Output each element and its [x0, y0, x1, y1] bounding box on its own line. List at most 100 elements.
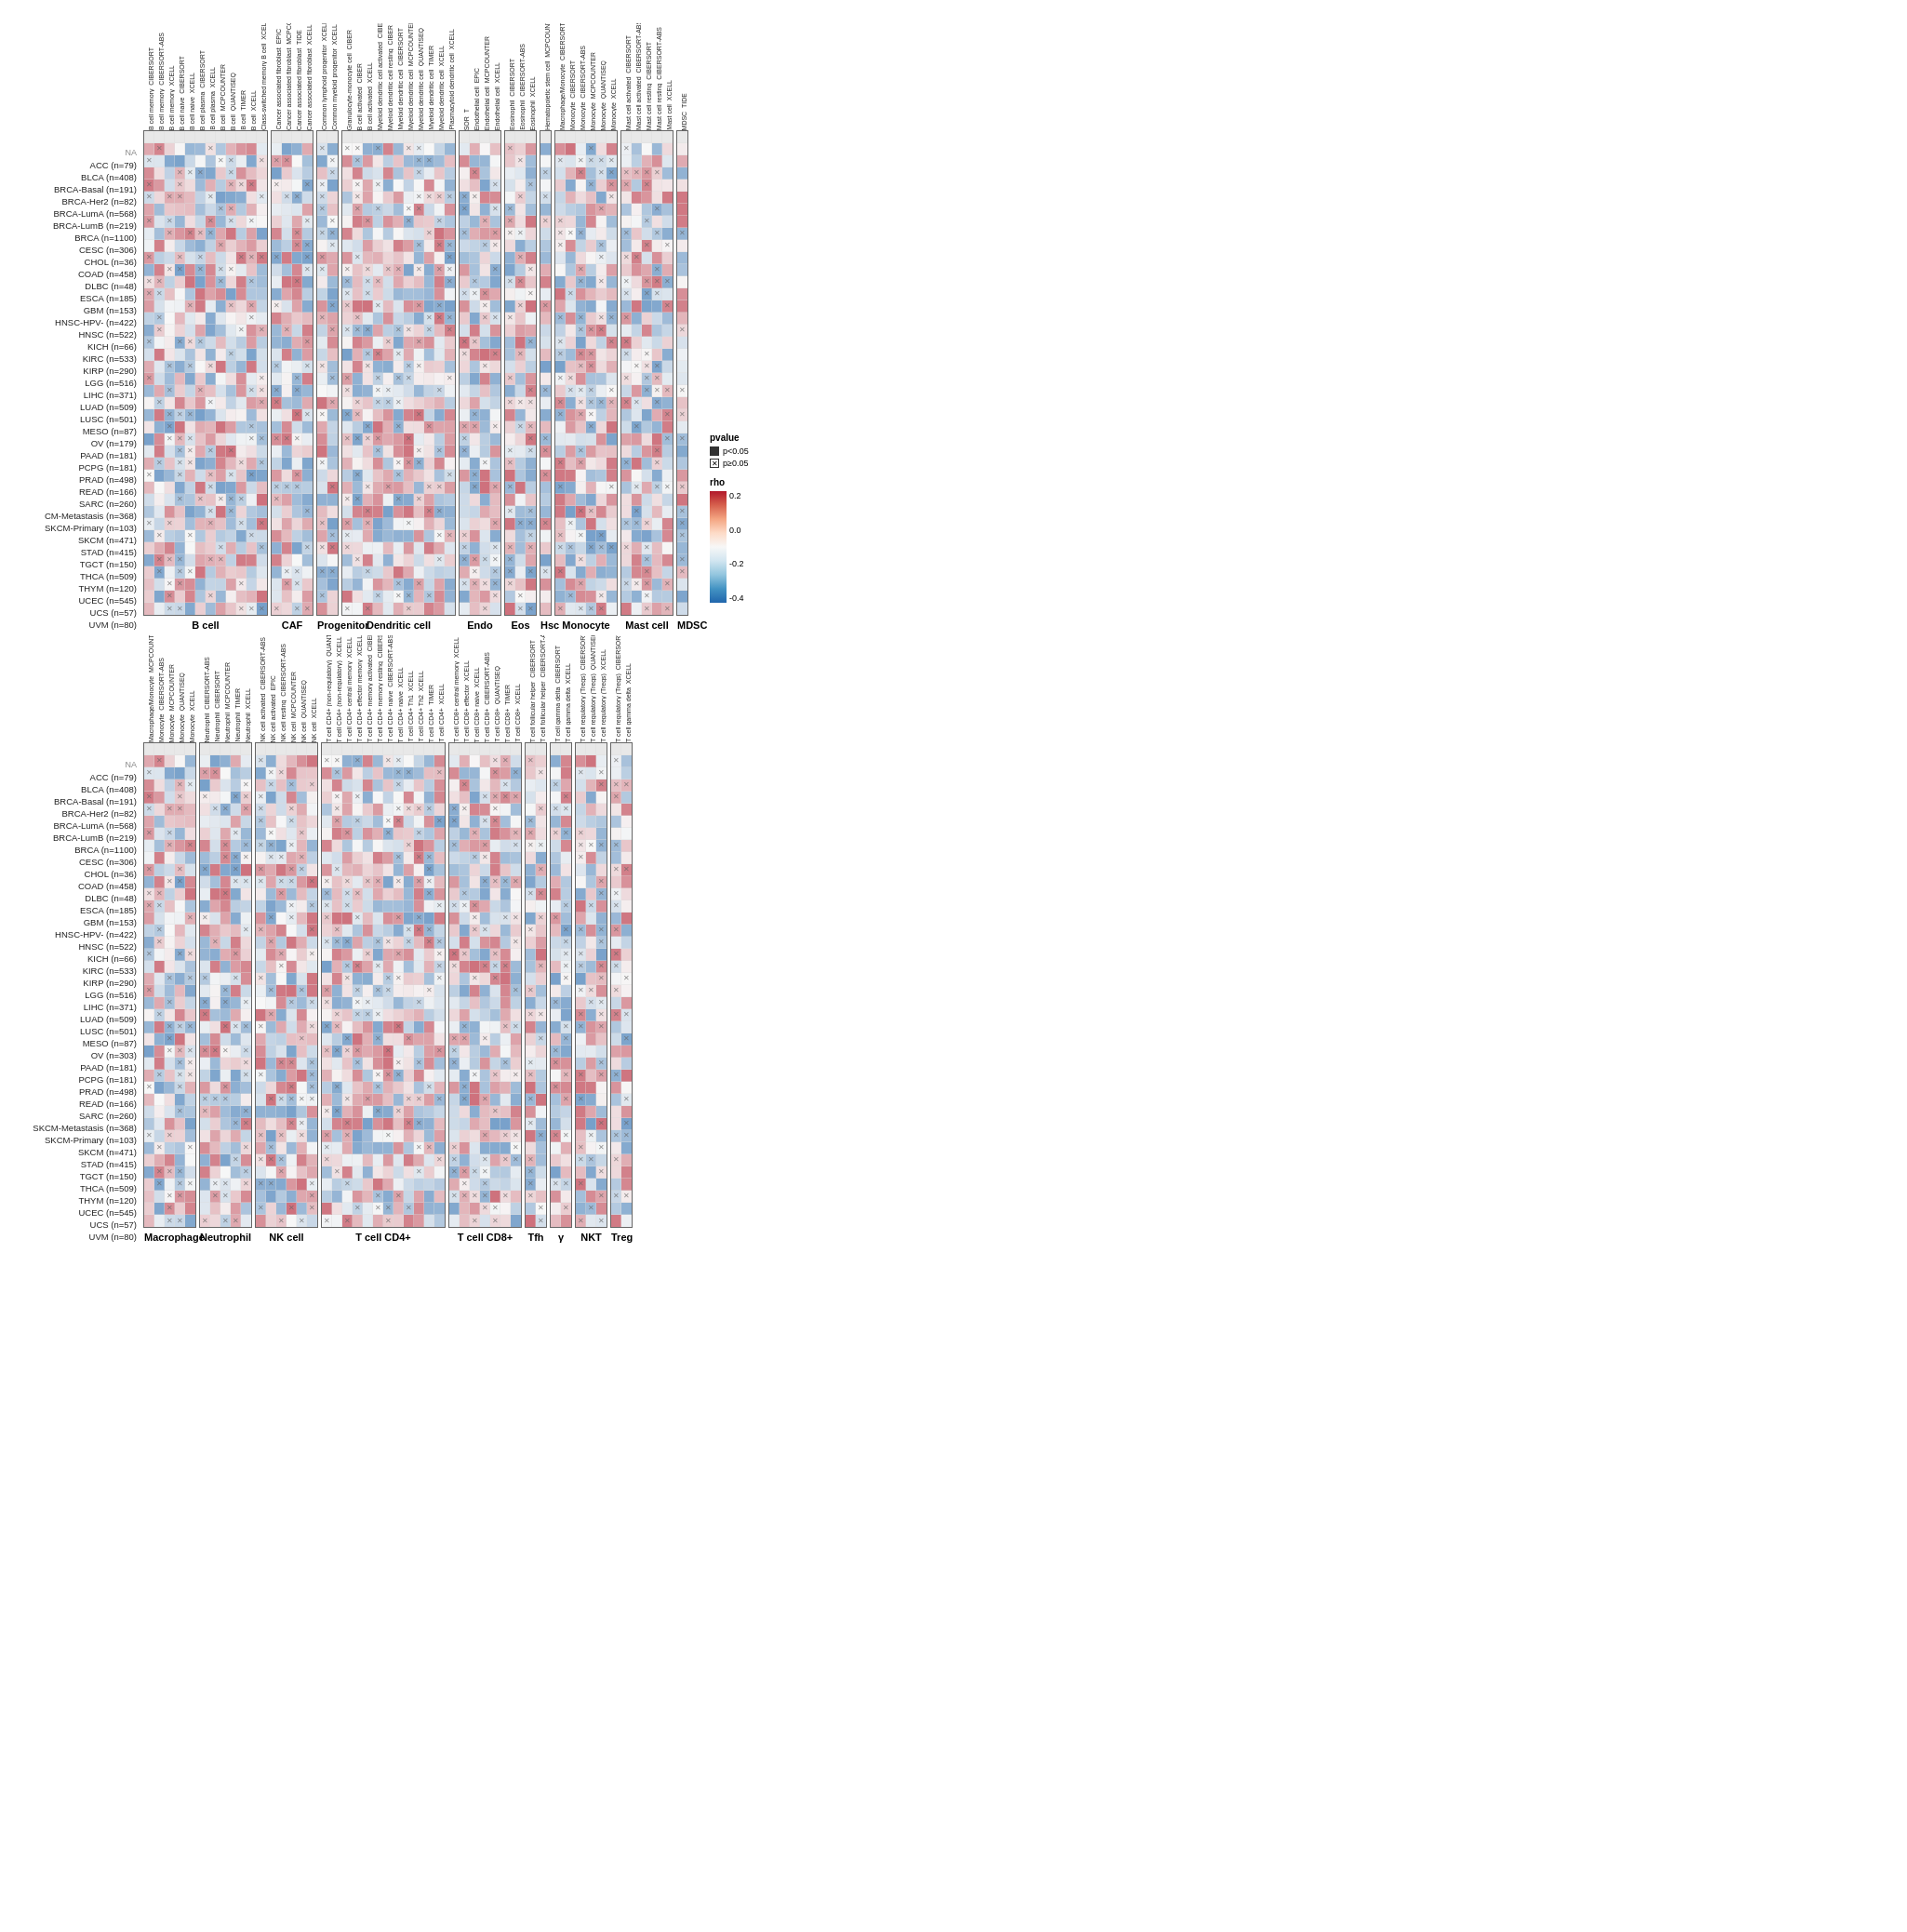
- heatmap-cell: ✕: [596, 167, 607, 180]
- heatmap-cell: [526, 864, 536, 876]
- heatmap-cell: [257, 288, 267, 300]
- heatmap-row: ✕✕: [256, 925, 317, 937]
- heatmap-cell: ✕: [434, 1094, 445, 1106]
- heatmap-row: ✕: [505, 349, 536, 361]
- heatmap-cell: [596, 816, 607, 828]
- heatmap-cell: [576, 997, 586, 1009]
- heatmap-row: [317, 554, 338, 566]
- heatmap-cell: [220, 1009, 231, 1021]
- heatmap-cell: [216, 458, 226, 470]
- heatmap-cell: ✕: [611, 840, 621, 852]
- heatmap-cell: [536, 1154, 546, 1166]
- heatmap-cell: [302, 446, 313, 458]
- heatmap-cell: ✕: [434, 264, 445, 276]
- heatmap-cell: ✕: [393, 1058, 404, 1070]
- heatmap-cell: [470, 888, 480, 900]
- heatmap-row: ✕: [555, 554, 617, 566]
- col-header: Cancer associated fibroblast_TIDE: [292, 30, 302, 130]
- heatmap-cell: ✕: [586, 180, 596, 192]
- heatmap-cell: [511, 1082, 521, 1094]
- heatmap-row: [272, 554, 313, 566]
- heatmap-row: [505, 131, 536, 143]
- heatmap-group: T cell CD8+ central memory_XCELLT cell C…: [448, 631, 522, 1243]
- heatmap-cell: [596, 494, 607, 506]
- heatmap-cell: [226, 143, 236, 155]
- heatmap-row: ✕✕: [256, 949, 317, 961]
- heatmap-cell: [266, 1021, 276, 1033]
- heatmap-cell: [511, 816, 521, 828]
- heatmap-cell: [621, 1021, 632, 1033]
- heatmap-cell: [460, 131, 470, 143]
- heatmap-row: ✕✕: [621, 180, 673, 192]
- heatmap-cell: [404, 1082, 414, 1094]
- heatmap-cell: [317, 385, 327, 397]
- heatmap-cell: ✕: [220, 852, 231, 864]
- heatmap-row: ✕: [526, 1179, 546, 1191]
- col-header: T cell regulatory (Tregs)_QUANTISEQ: [586, 635, 596, 742]
- heatmap-cell: [424, 949, 434, 961]
- heatmap-row: ✕: [540, 300, 551, 313]
- heatmap-cell: ✕: [607, 482, 617, 494]
- heatmap-cell: ✕: [652, 228, 662, 240]
- heatmap-row: [540, 288, 551, 300]
- heatmap-cell: [505, 409, 515, 421]
- heatmap-cell: ✕: [185, 1142, 195, 1154]
- heatmap-cell: [383, 155, 393, 167]
- heatmap-cell: [490, 743, 500, 755]
- heatmap-row: ✕: [460, 591, 500, 603]
- heatmap-cell: [515, 494, 526, 506]
- heatmap-cell: [353, 925, 363, 937]
- heatmap-cell: ✕: [642, 554, 652, 566]
- heatmap-cell: [561, 1058, 571, 1070]
- heatmap-cell: [677, 579, 687, 591]
- heatmap-row: [540, 421, 551, 433]
- heatmap-row: ✕✕✕: [342, 458, 455, 470]
- heatmap-cell: ✕: [515, 276, 526, 288]
- heatmap-cell: [297, 1070, 307, 1082]
- heatmap-row: ✕✕✕: [256, 779, 317, 792]
- heatmap-cell: [302, 494, 313, 506]
- heatmap-cell: ✕: [460, 1033, 470, 1046]
- heatmap-cell: [404, 985, 414, 997]
- heatmap-cell: [165, 337, 175, 349]
- heatmap-cell: [373, 997, 383, 1009]
- heatmap-row: ✕: [677, 530, 687, 542]
- heatmap-row: ✕✕✕: [256, 864, 317, 876]
- heatmap-cell: [576, 180, 586, 192]
- heatmap-cell: [332, 876, 342, 888]
- heatmap-cell: [404, 852, 414, 864]
- heatmap-cell: [206, 167, 216, 180]
- heatmap-cell: [515, 167, 526, 180]
- heatmap-cell: [206, 433, 216, 446]
- heatmap-cell: [480, 779, 490, 792]
- heatmap-cell: [607, 252, 617, 264]
- heatmap-cell: ✕: [526, 1070, 536, 1082]
- heatmap-cell: ✕: [373, 1106, 383, 1118]
- heatmap-cell: [154, 864, 165, 876]
- heatmap-cell: [490, 937, 500, 949]
- heatmap-cell: [393, 743, 404, 755]
- heatmap-cell: [586, 337, 596, 349]
- heatmap-cell: [480, 1070, 490, 1082]
- heatmap-cell: [393, 1046, 404, 1058]
- heatmap-row: ✕✕: [611, 864, 632, 876]
- heatmap-cell: ✕: [404, 204, 414, 216]
- heatmap-cell: [247, 446, 257, 458]
- heatmap-cell: ✕: [226, 349, 236, 361]
- heatmap-row: ✕: [144, 240, 267, 252]
- heatmap-row: [449, 743, 521, 755]
- heatmap-cell: [154, 167, 165, 180]
- heatmap-cell: [480, 1009, 490, 1021]
- heatmap-cell: [282, 470, 292, 482]
- heatmap-cell: [200, 876, 210, 888]
- heatmap-cell: [632, 433, 642, 446]
- heatmap-cell: [165, 1154, 175, 1166]
- heatmap-row: [540, 458, 551, 470]
- heatmap-cell: [175, 1142, 185, 1154]
- heatmap-cell: [272, 288, 282, 300]
- heatmap-cell: ✕: [652, 276, 662, 288]
- col-header: Cancer associated fibroblast_MCPCOUN: [282, 23, 292, 130]
- heatmap-cell: [272, 325, 282, 337]
- heatmap-row: [144, 961, 195, 973]
- heatmap-cell: [460, 361, 470, 373]
